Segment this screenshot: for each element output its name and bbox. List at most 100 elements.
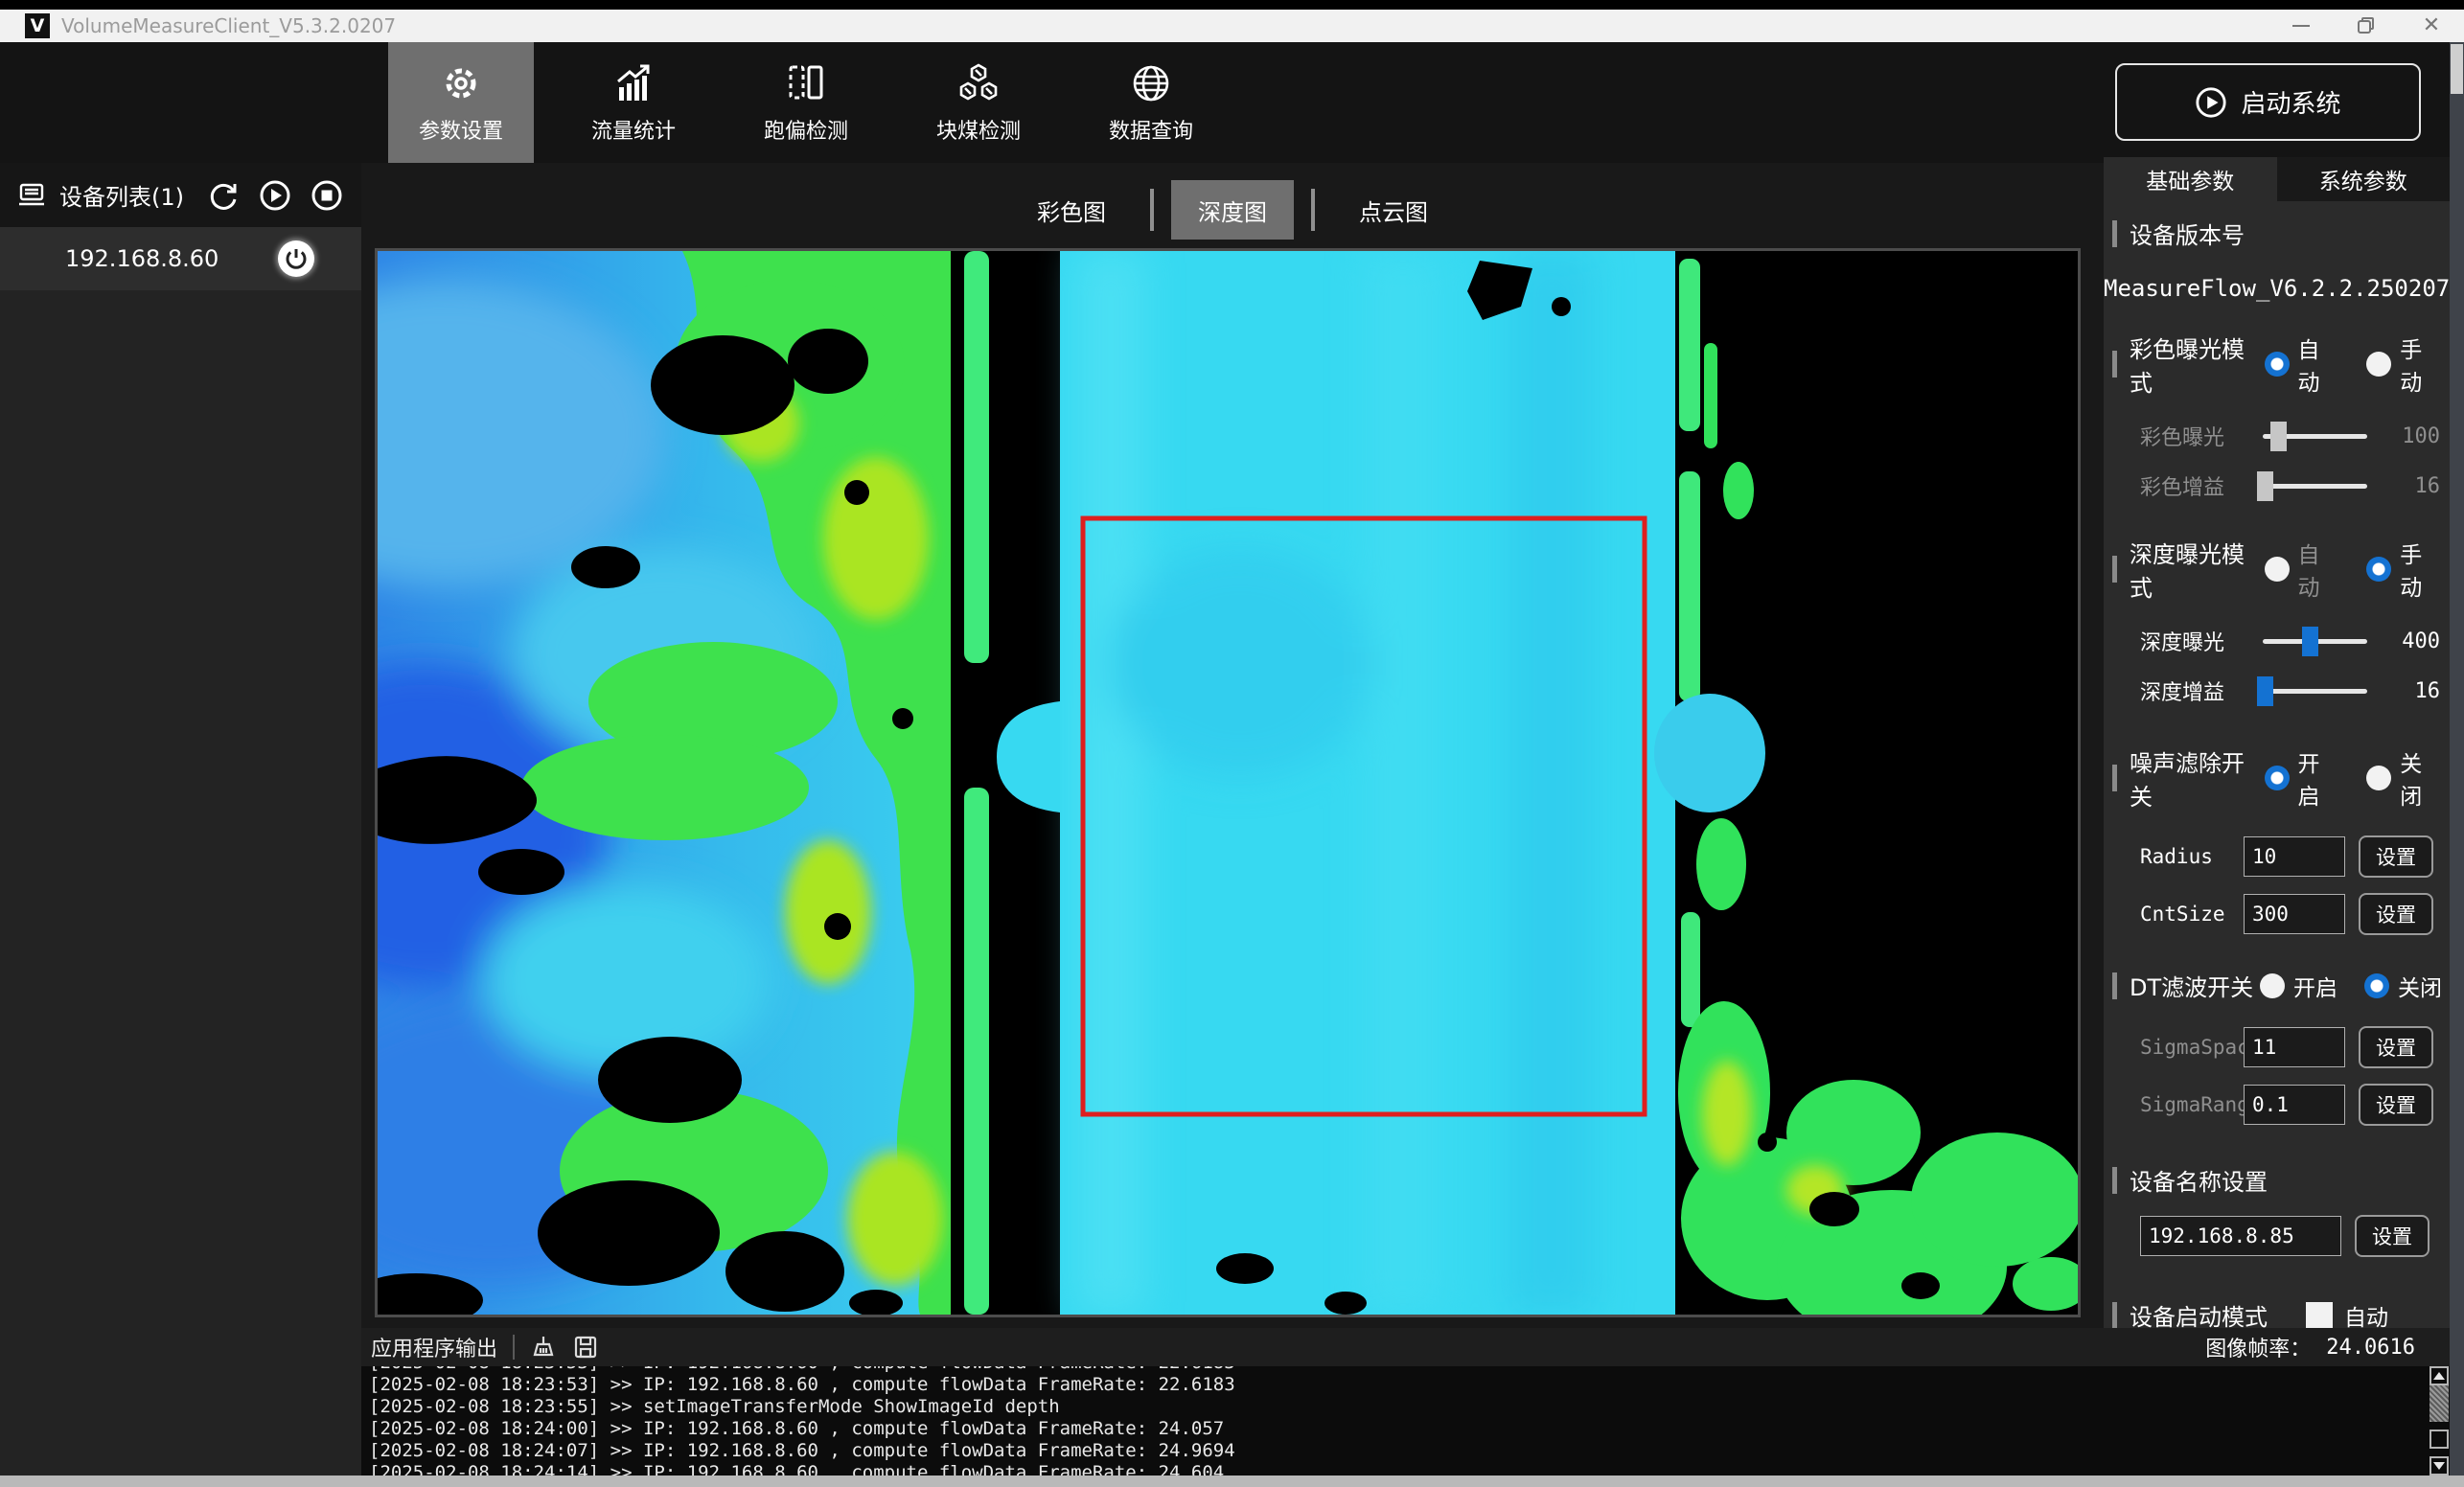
radio-label: 手动 [2400,537,2442,602]
nav-label: 块煤检测 [936,114,1021,145]
tab-separator [1150,189,1154,231]
play-circle-icon [2195,86,2227,119]
depth-exposure-slider[interactable] [2263,639,2367,644]
dt-filter-on-radio[interactable]: 开启 [2260,970,2337,1002]
device-name-input[interactable] [2140,1216,2341,1256]
start-system-label: 启动系统 [2241,84,2340,120]
depth-image-view [375,248,2081,1317]
app-logo: V [25,13,50,38]
close-button[interactable]: ✕ [2399,10,2464,42]
color-exposure-auto-radio[interactable]: 自动 [2265,332,2340,397]
nav-coal-detect[interactable]: 块煤检测 [906,42,1051,163]
color-gain-slider-row: 彩色增益 16 [2104,470,2450,501]
tab-system-params[interactable]: 系统参数 [2277,157,2451,201]
radio-label: 关闭 [2400,745,2442,811]
log-scrollbar-thumb[interactable] [2429,1385,2449,1422]
slider-handle[interactable] [2270,422,2287,451]
section-title: DT滤波开关 [2130,969,2253,1002]
tab-depth-image[interactable]: 深度图 [1171,180,1294,240]
device-name-set-button[interactable]: 设置 [2355,1215,2429,1257]
window-vertical-scrollbar[interactable] [2450,42,2464,1476]
cntsize-set-button[interactable]: 设置 [2359,893,2433,935]
restore-button[interactable] [2334,10,2399,42]
sigmarange-set-button[interactable]: 设置 [2359,1084,2433,1126]
log-line: [2025-02-08 18:23:53] >> IP: 192.168.8.6… [369,1374,2429,1396]
nav-deviation-detect[interactable]: 跑偏检测 [733,42,879,163]
minimize-icon [2292,25,2310,27]
top-black-strip [0,0,2464,10]
tab-basic-params[interactable]: 基础参数 [2104,157,2277,201]
log-title: 应用程序输出 [371,1332,497,1362]
cntsize-input[interactable] [2244,894,2345,934]
window-titlebar: V VolumeMeasureClient_V5.3.2.0207 ✕ [0,10,2464,42]
radio-unselected-icon [2265,557,2290,582]
section-title: 深度曝光模式 [2130,536,2265,603]
section-title: 设备名称设置 [2130,1163,2268,1197]
depth-exposure-auto-radio[interactable]: 自动 [2265,537,2340,602]
depth-image [378,251,2078,1315]
radio-label: 关闭 [2398,970,2442,1002]
play-all-icon[interactable] [258,178,292,213]
color-exposure-manual-radio[interactable]: 手动 [2366,332,2442,397]
nav-data-query[interactable]: 数据查询 [1078,42,1224,163]
sigmaspace-set-button[interactable]: 设置 [2359,1026,2433,1068]
gear-icon [438,60,484,106]
radio-selected-icon [2265,766,2290,790]
close-icon: ✕ [2423,15,2440,36]
clear-log-icon[interactable] [530,1334,557,1361]
log-scrollbar[interactable] [2429,1366,2450,1476]
slider-handle[interactable] [2302,627,2318,656]
tab-pointcloud-image[interactable]: 点云图 [1332,180,1455,240]
device-power-button[interactable] [278,240,314,277]
radio-selected-icon [2366,557,2391,582]
color-exposure-slider[interactable] [2263,434,2367,439]
dt-filter-off-radio[interactable]: 关闭 [2364,970,2442,1002]
log-separator [513,1335,515,1360]
device-row[interactable]: 192.168.8.60 [0,227,361,290]
depth-gain-slider[interactable] [2263,689,2367,694]
depth-gain-slider-row: 深度增益 16 [2104,675,2450,706]
slider-value: 16 [2384,679,2440,703]
main-toolbar: 参数设置 流量统计 跑偏检测 块煤检测 [0,42,2464,163]
log-scroll-down-button[interactable] [2429,1456,2449,1476]
section-title: 噪声滤除开关 [2130,744,2265,812]
radio-unselected-icon [2366,766,2391,790]
radius-set-button[interactable]: 设置 [2359,835,2433,878]
window-scrollbar-thumb[interactable] [2451,44,2463,94]
slider-handle[interactable] [2257,676,2273,706]
depth-exposure-manual-radio[interactable]: 手动 [2366,537,2442,602]
slider-label: 彩色曝光 [2140,421,2247,451]
globe-icon [1128,60,1174,106]
stop-all-icon[interactable] [310,178,344,213]
start-mode-checkbox[interactable] [2306,1302,2333,1329]
slider-label: 彩色增益 [2140,470,2247,501]
noise-filter-on-radio[interactable]: 开启 [2265,745,2340,811]
start-system-button[interactable]: 启动系统 [2115,63,2421,141]
noise-filter-section: 噪声滤除开关 开启 关闭 [2104,744,2450,812]
tab-color-image[interactable]: 彩色图 [1010,180,1133,240]
log-scroll-track-button[interactable] [2429,1430,2449,1449]
bar-chart-icon [610,60,656,106]
radius-input[interactable] [2244,836,2345,877]
nav-label: 数据查询 [1109,114,1193,145]
nav-flow-statistics[interactable]: 流量统计 [561,42,706,163]
dt-filter-section: DT滤波开关 开启 关闭 [2104,969,2450,1002]
accent-bar [2112,1167,2117,1194]
sigmarange-input[interactable] [2244,1085,2345,1125]
slider-label: 深度增益 [2140,675,2247,706]
radio-selected-icon [2265,352,2290,377]
noise-filter-off-radio[interactable]: 关闭 [2366,745,2442,811]
device-ip: 192.168.8.60 [65,245,219,272]
minimize-button[interactable] [2268,10,2334,42]
refresh-icon[interactable] [206,178,241,213]
slider-handle[interactable] [2257,471,2273,501]
log-scroll-up-button[interactable] [2429,1366,2449,1385]
log-line: [2025-02-08 18:23:55] >> setImageTransfe… [369,1396,2429,1418]
color-gain-slider[interactable] [2263,484,2367,489]
sigmaspace-input[interactable] [2244,1027,2345,1067]
device-name-section: 设备名称设置 [2104,1163,2450,1197]
log-output[interactable]: [2025-02-08 18:23:53] >> IP: 192.168.8.6… [361,1366,2429,1476]
save-log-icon[interactable] [572,1334,599,1361]
accent-bar [2112,220,2117,247]
nav-param-settings[interactable]: 参数设置 [388,42,534,163]
